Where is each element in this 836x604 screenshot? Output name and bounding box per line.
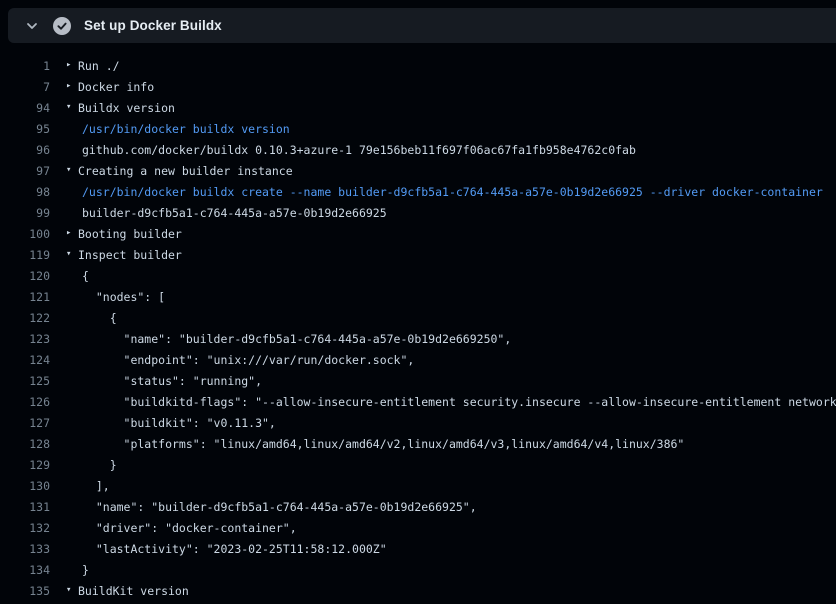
log-line: 131 "name": "builder-d9cfb5a1-c764-445a-… [0, 496, 836, 517]
output-text: } [82, 458, 117, 472]
output-text: "driver": "docker-container", [82, 521, 297, 535]
log-line: 95/usr/bin/docker buildx version [0, 118, 836, 139]
output-text: "name": "builder-d9cfb5a1-c764-445a-a57e… [82, 332, 511, 346]
log-line: 121 "nodes": [ [0, 286, 836, 307]
line-number[interactable]: 121 [0, 290, 50, 304]
output-text: ], [82, 479, 110, 493]
line-number[interactable]: 97 [0, 164, 50, 178]
log-line: 99 builder-d9cfb5a1-c764-445a-a57e-0b19d2… [0, 202, 836, 223]
check-circle-icon [53, 17, 71, 35]
group-expand-icon[interactable]: ▸ [66, 76, 78, 97]
line-number[interactable]: 131 [0, 500, 50, 514]
line-number[interactable]: 128 [0, 437, 50, 451]
log-line: 100 ▸Booting builder [0, 223, 836, 244]
line-number[interactable]: 7 [0, 80, 50, 94]
output-text: "platforms": "linux/amd64,linux/amd64/v2… [82, 437, 684, 451]
log-line: 135 ▾BuildKit version [0, 580, 836, 601]
group-collapse-icon[interactable]: ▾ [66, 244, 78, 265]
log-line: 96 github.com/docker/buildx 0.10.3+azure-… [0, 139, 836, 160]
line-number[interactable]: 134 [0, 563, 50, 577]
line-number[interactable]: 123 [0, 332, 50, 346]
log-line: 120 { [0, 265, 836, 286]
line-number[interactable]: 94 [0, 101, 50, 115]
group-title[interactable]: Run ./ [78, 59, 120, 73]
line-number[interactable]: 124 [0, 353, 50, 367]
log-line: 130 ], [0, 475, 836, 496]
chevron-down-icon[interactable] [24, 18, 40, 34]
line-number[interactable]: 130 [0, 479, 50, 493]
output-text: "endpoint": "unix:///var/run/docker.sock… [82, 353, 414, 367]
line-number[interactable]: 132 [0, 521, 50, 535]
log-line: 124 "endpoint": "unix:///var/run/docker.… [0, 349, 836, 370]
log-line: 94 ▾Buildx version [0, 97, 836, 118]
log-line: 122 { [0, 307, 836, 328]
group-title[interactable]: Docker info [78, 80, 154, 94]
command-text: /usr/bin/docker buildx create --name bui… [82, 185, 823, 199]
group-title[interactable]: BuildKit version [78, 584, 189, 598]
group-expand-icon[interactable]: ▸ [66, 223, 78, 244]
output-text: } [82, 563, 89, 577]
group-expand-icon[interactable]: ▸ [66, 55, 78, 76]
output-text: "name": "builder-d9cfb5a1-c764-445a-a57e… [82, 500, 477, 514]
group-collapse-icon[interactable]: ▾ [66, 97, 78, 118]
output-text: "lastActivity": "2023-02-25T11:58:12.000… [82, 542, 387, 556]
group-collapse-icon[interactable]: ▾ [66, 580, 78, 601]
step-title: Set up Docker Buildx [84, 18, 222, 33]
line-number[interactable]: 98 [0, 185, 50, 199]
log-line: 125 "status": "running", [0, 370, 836, 391]
line-number[interactable]: 100 [0, 227, 50, 241]
log-line: 97 ▾Creating a new builder instance [0, 160, 836, 181]
line-number[interactable]: 129 [0, 458, 50, 472]
output-text: builder-d9cfb5a1-c764-445a-a57e-0b19d2e6… [82, 206, 387, 220]
line-number[interactable]: 99 [0, 206, 50, 220]
line-number[interactable]: 133 [0, 542, 50, 556]
log-line: 132 "driver": "docker-container", [0, 517, 836, 538]
output-text: "nodes": [ [82, 290, 165, 304]
log-line: 128 "platforms": "linux/amd64,linux/amd6… [0, 433, 836, 454]
log-line: 98/usr/bin/docker buildx create --name b… [0, 181, 836, 202]
group-collapse-icon[interactable]: ▾ [66, 160, 78, 181]
output-text: "buildkitd-flags": "--allow-insecure-ent… [82, 395, 836, 409]
line-number[interactable]: 126 [0, 395, 50, 409]
group-title[interactable]: Buildx version [78, 101, 175, 115]
log-line: 7 ▸Docker info [0, 76, 836, 97]
log-line: 133 "lastActivity": "2023-02-25T11:58:12… [0, 538, 836, 559]
output-text: "status": "running", [82, 374, 262, 388]
line-number[interactable]: 1 [0, 59, 50, 73]
line-number[interactable]: 96 [0, 143, 50, 157]
log-line: 134} [0, 559, 836, 580]
log-line: 126 "buildkitd-flags": "--allow-insecure… [0, 391, 836, 412]
line-number[interactable]: 120 [0, 269, 50, 283]
line-number[interactable]: 135 [0, 584, 50, 598]
line-number[interactable]: 119 [0, 248, 50, 262]
line-number[interactable]: 122 [0, 311, 50, 325]
log-line: 1 ▸Run ./ [0, 55, 836, 76]
log-line: 129 } [0, 454, 836, 475]
line-number[interactable]: 95 [0, 122, 50, 136]
step-header[interactable]: Set up Docker Buildx [8, 8, 836, 43]
line-number[interactable]: 125 [0, 374, 50, 388]
line-number[interactable]: 127 [0, 416, 50, 430]
log-line: 123 "name": "builder-d9cfb5a1-c764-445a-… [0, 328, 836, 349]
group-title[interactable]: Booting builder [78, 227, 182, 241]
group-title[interactable]: Inspect builder [78, 248, 182, 262]
output-text: github.com/docker/buildx 0.10.3+azure-1 … [82, 143, 636, 157]
log-line: 119 ▾Inspect builder [0, 244, 836, 265]
log-line: 127 "buildkit": "v0.11.3", [0, 412, 836, 433]
output-text: { [82, 269, 89, 283]
log-lines: 1▸Run ./7▸Docker info94▾Buildx version95… [0, 43, 836, 604]
output-text: { [82, 311, 117, 325]
command-text: /usr/bin/docker buildx version [82, 122, 290, 136]
group-title[interactable]: Creating a new builder instance [78, 164, 293, 178]
output-text: "buildkit": "v0.11.3", [82, 416, 276, 430]
